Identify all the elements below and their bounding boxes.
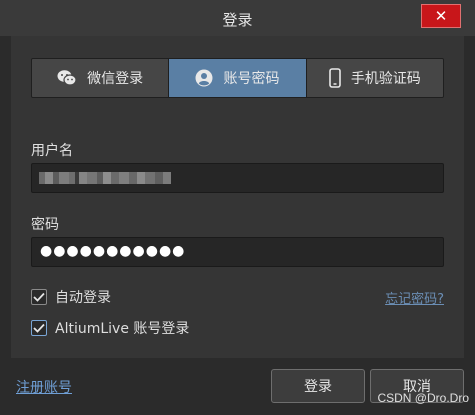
watermark: CSDN @Dro.Dro xyxy=(377,391,469,405)
password-label: 密码 xyxy=(31,217,59,233)
username-label: 用户名 xyxy=(31,143,73,159)
wechat-icon xyxy=(57,69,77,87)
tab-label: 微信登录 xyxy=(87,71,144,87)
phone-icon xyxy=(329,68,341,88)
window-title: 登录 xyxy=(222,11,253,29)
altium-login-checkbox[interactable] xyxy=(31,320,47,336)
title-bar: 登录 ✕ xyxy=(0,0,475,36)
auto-login-checkbox[interactable] xyxy=(31,289,47,305)
close-button[interactable]: ✕ xyxy=(421,4,461,28)
altium-login-row[interactable]: AltiumLive 账号登录 xyxy=(31,318,189,338)
login-button[interactable]: 登录 xyxy=(271,369,365,403)
auto-login-label: 自动登录 xyxy=(55,290,111,306)
checkmark-icon xyxy=(33,323,45,333)
checkmark-icon xyxy=(33,292,45,302)
auto-login-row[interactable]: 自动登录 xyxy=(31,287,111,307)
username-value-obscured xyxy=(39,172,171,184)
login-method-tabs: 微信登录 账号密码 手机验证码 xyxy=(31,58,444,98)
close-icon: ✕ xyxy=(434,6,448,25)
username-input[interactable] xyxy=(31,163,444,193)
tab-label: 手机验证码 xyxy=(350,71,421,87)
tab-account-password[interactable]: 账号密码 xyxy=(169,59,307,97)
altium-login-label: AltiumLive 账号登录 xyxy=(55,321,190,337)
forgot-password-link[interactable]: 忘记密码? xyxy=(385,288,444,307)
register-account-link[interactable]: 注册账号 xyxy=(16,377,72,397)
user-icon xyxy=(195,69,213,87)
tab-sms-code[interactable]: 手机验证码 xyxy=(306,59,443,97)
tab-label: 账号密码 xyxy=(223,71,280,87)
password-value: ●●●●●●●●●●● xyxy=(40,243,186,259)
password-input[interactable]: ●●●●●●●●●●● xyxy=(31,237,444,267)
tab-wechat-login[interactable]: 微信登录 xyxy=(32,59,170,97)
